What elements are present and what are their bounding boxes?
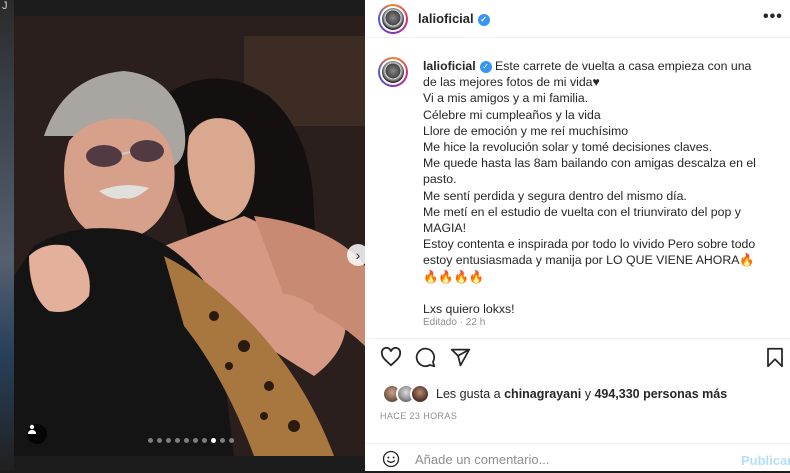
- photo-illustration: [14, 16, 365, 456]
- carousel-dot: [148, 438, 153, 443]
- carousel-dot: [157, 438, 162, 443]
- caption-spacer: [423, 285, 768, 301]
- post-actions: Les gusta a chinagrayani y 494,330 perso…: [365, 338, 790, 472]
- carousel-dot: [211, 438, 216, 443]
- verified-badge-icon: ✓: [477, 14, 490, 26]
- tagged-users-button[interactable]: [27, 424, 47, 444]
- carousel-dot: [229, 438, 234, 443]
- save-icon[interactable]: [766, 347, 784, 368]
- carousel-indicator: [148, 438, 234, 443]
- caption-line: Lxs quiero lokxs!: [423, 302, 515, 317]
- comment-icon[interactable]: [415, 347, 436, 368]
- carousel-dot: [184, 438, 189, 443]
- background-text: J: [2, 0, 8, 12]
- verified-badge-icon: ✓: [479, 61, 492, 73]
- post-time: HACE 23 HORAS: [380, 411, 458, 421]
- liker-username[interactable]: chinagrayani: [504, 387, 581, 401]
- share-icon[interactable]: [450, 347, 471, 368]
- publish-button[interactable]: Publicar: [741, 453, 790, 468]
- more-options-icon[interactable]: •••: [763, 8, 783, 26]
- likes-summary: Les gusta a chinagrayani y 494,330 perso…: [382, 384, 727, 404]
- post-photo[interactable]: ›: [14, 16, 365, 456]
- post-detail-panel: lalioficial ✓ ••• lalioficial ✓ Este carre…: [365, 0, 790, 471]
- comment-input[interactable]: [415, 452, 715, 467]
- carousel-dot: [193, 438, 198, 443]
- carousel-dot: [175, 438, 180, 443]
- caption-line: Llore de emoción y me reí muchísimo: [423, 123, 629, 138]
- likes-count[interactable]: 494,330 personas más: [594, 387, 727, 401]
- caption-line: Me quede hasta las 8am bailando con amig…: [423, 156, 756, 187]
- caption-line: Célebre mi cumpleaños y la vida: [423, 107, 601, 122]
- carousel-dot: [220, 438, 225, 443]
- post-header: lalioficial ✓ •••: [365, 0, 790, 38]
- carousel-dot: [202, 438, 207, 443]
- caption-area: lalioficial ✓ Este carrete de vuelta a ca…: [365, 38, 790, 338]
- edited-timestamp: Editado · 22 h: [423, 317, 486, 328]
- author-avatar[interactable]: [378, 4, 408, 34]
- background-page: J: [0, 0, 14, 471]
- caption-author-avatar[interactable]: [378, 57, 408, 87]
- caption-line: Vi a mis amigos y a mi familia.: [423, 91, 589, 106]
- carousel-dot: [166, 438, 171, 443]
- caption-line: Me metí en el estudio de vuelta con el t…: [423, 204, 741, 236]
- heart-icon[interactable]: [380, 347, 402, 367]
- caption-line: Me hice la revolución solar y tomé decis…: [423, 140, 713, 155]
- author-username[interactable]: lalioficial ✓: [418, 11, 490, 26]
- next-photo-button[interactable]: ›: [347, 244, 365, 266]
- caption-author-username[interactable]: lalioficial: [423, 59, 476, 73]
- user-icon: [28, 424, 36, 434]
- liker-avatar[interactable]: [410, 384, 430, 404]
- caption-line: Estoy contenta e inspirada por todo lo v…: [423, 237, 756, 284]
- caption-text: lalioficial ✓ Este carrete de vuelta a ca…: [423, 58, 768, 317]
- chevron-right-icon: ›: [355, 247, 361, 263]
- emoji-icon[interactable]: [382, 450, 400, 468]
- likes-text: Les gusta a chinagrayani y 494,330 perso…: [436, 387, 728, 401]
- caption-line: Me sentí perdida y segura dentro del mis…: [423, 188, 687, 203]
- comment-bar: Publicar: [365, 443, 790, 473]
